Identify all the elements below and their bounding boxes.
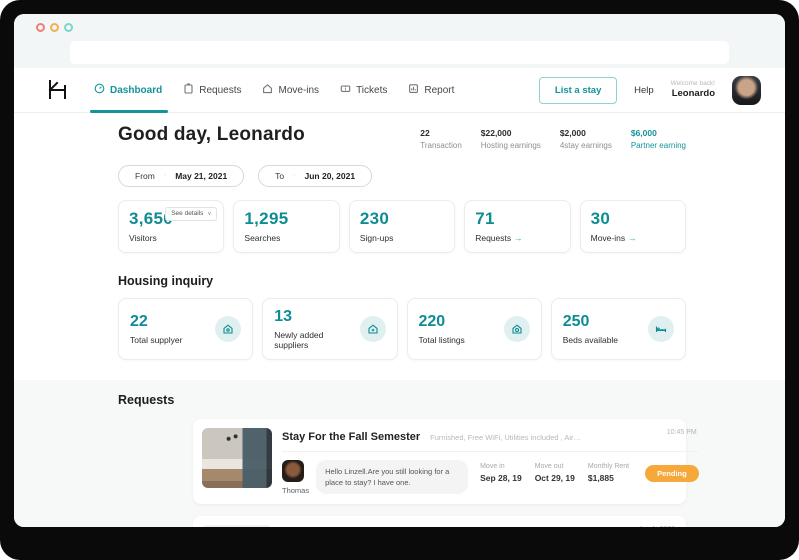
nav-item-requests[interactable]: Requests (183, 68, 241, 113)
nav-item-move-ins[interactable]: Move-ins (262, 68, 319, 113)
message-bubble: Hello Linzell.Are you still looking for … (316, 459, 469, 495)
sender-avatar[interactable] (282, 459, 304, 482)
listing-photo (202, 427, 272, 488)
request-card[interactable]: 10:45 PM Stay For the Fall Semester Furn… (193, 418, 699, 504)
page-title: Good day, Leonardo (118, 124, 305, 145)
home-icon (262, 83, 273, 97)
fourstay-earnings-stat: $2,000 4stay earnings (559, 128, 612, 150)
see-details-button[interactable]: See details ∨ (165, 206, 218, 221)
total-listings-card: 220 Total listings (406, 297, 542, 360)
move-in-col: Move in Sep 28, 19 (480, 462, 522, 483)
browser-chrome (14, 14, 785, 68)
chevron-down-icon: ∨ (207, 210, 212, 217)
beds-available-card: 250 Beds available (550, 297, 686, 360)
move-ins-card[interactable]: 30 Move-ins → (579, 199, 687, 253)
date-from-picker[interactable]: From · May 21, 2021 (118, 164, 245, 187)
username-text: Leonardo (671, 88, 715, 100)
searches-card: 1,295 Searches (233, 199, 340, 253)
requests-card[interactable]: 71 Requests → (464, 199, 571, 253)
sender-name: Thomas (282, 485, 310, 495)
nav-item-dashboard[interactable]: Dashboard (90, 68, 169, 113)
status-badge[interactable]: Pending (645, 464, 699, 482)
house-plus-icon (359, 315, 386, 342)
address-bar-input[interactable] (70, 41, 729, 64)
hosting-earnings-stat: $22,000 Hosting earnings (480, 128, 541, 150)
nav-item-tickets[interactable]: Tickets (340, 68, 387, 113)
listing-title[interactable]: Stay For the Fall Semester (282, 431, 420, 443)
signups-card: 230 Sign-ups (348, 199, 456, 253)
stats-row: 3,650 Visitors See details ∨ 1,295 Searc… (118, 199, 687, 253)
dashboard-main: Good day, Leonardo 22 Transaction $22,00… (14, 113, 785, 360)
user-avatar[interactable] (732, 75, 761, 105)
arrow-right-icon: → (514, 232, 523, 243)
transaction-stat: 22 Transaction (420, 128, 462, 150)
listing-photo (202, 524, 272, 527)
move-out-col: Move out Oct 29, 19 (534, 462, 575, 483)
housing-inquiry-title: Housing inquiry (118, 273, 214, 288)
requests-title: Requests (118, 392, 175, 407)
nav-item-report[interactable]: Report (408, 68, 454, 113)
date-filters: From · May 21, 2021 To · Jun 20, 2021 (118, 164, 686, 187)
dashboard-icon (94, 83, 105, 97)
minimize-window-icon[interactable] (50, 23, 59, 32)
fourstay-logo[interactable] (46, 79, 70, 101)
new-suppliers-card: 13 Newly added suppliers (262, 297, 398, 360)
welcome-text: Welcome back! (670, 80, 715, 87)
date-to-picker[interactable]: To · Jun 20, 2021 (258, 164, 373, 187)
help-link[interactable]: Help (634, 85, 654, 96)
total-suppliers-card: 22 Total supplyer (118, 297, 254, 360)
welcome-block: Welcome back! Leonardo (671, 80, 715, 100)
ticket-icon (340, 83, 351, 97)
request-card[interactable]: Apr 1, 2020 Amazing Luxury Apartment - 1… (193, 515, 686, 527)
top-navbar: Dashboard Requests Move-ins Tickets Repo… (14, 68, 785, 113)
active-tab-underline (90, 109, 169, 113)
earnings-summary: 22 Transaction $22,000 Hosting earnings … (420, 124, 686, 152)
house-user-icon (215, 315, 242, 342)
visitors-card: 3,650 Visitors See details ∨ (118, 199, 225, 253)
close-window-icon[interactable] (36, 23, 45, 32)
navbar-right: List a stay Help Welcome back! Leonardo (539, 75, 761, 105)
rent-col: Monthly Rent $1,885 (587, 462, 630, 483)
browser-window: Dashboard Requests Move-ins Tickets Repo… (14, 14, 785, 527)
partner-earning-stat: $6,000 Partner earning (630, 128, 686, 150)
request-list: 10:45 PM Stay For the Fall Semester Furn… (193, 418, 699, 527)
listing-amenities: Furnished, Free WiFi, Utilities included… (430, 432, 582, 442)
clipboard-icon (183, 83, 194, 97)
device-frame: Dashboard Requests Move-ins Tickets Repo… (0, 0, 799, 560)
requests-section: Requests 10:45 PM Stay For the Fall Seme… (14, 379, 785, 527)
request-timestamp: 10:45 PM (666, 428, 697, 436)
arrow-right-icon: → (628, 232, 637, 243)
window-controls (36, 23, 73, 32)
maximize-window-icon[interactable] (64, 23, 73, 32)
report-icon (408, 83, 419, 97)
house-listings-icon (503, 315, 530, 342)
list-a-stay-button[interactable]: List a stay (539, 76, 618, 104)
request-timestamp: Apr 1, 2020 (639, 526, 675, 527)
main-nav: Dashboard Requests Move-ins Tickets Repo… (90, 68, 454, 113)
bed-icon (648, 315, 674, 342)
housing-cards-row: 22 Total supplyer 13 Newly added supplie… (118, 297, 686, 360)
